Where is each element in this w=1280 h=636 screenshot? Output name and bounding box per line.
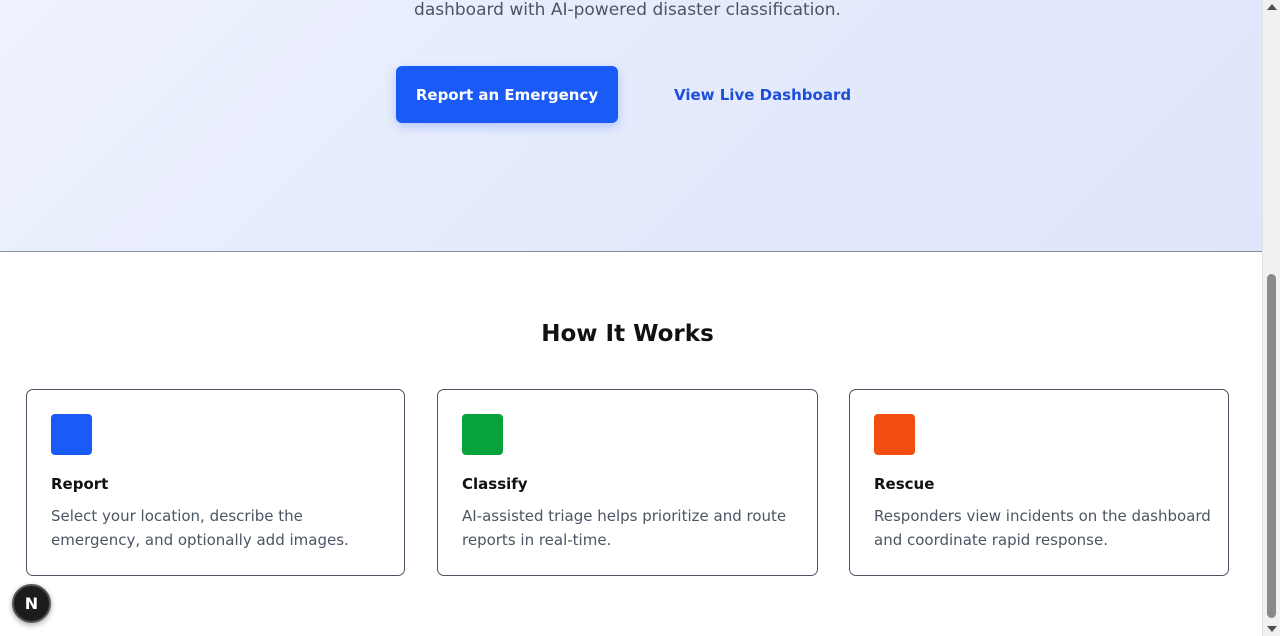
nextjs-dev-badge[interactable]: N [12,584,51,623]
scroll-up-arrow-icon[interactable] [1267,4,1277,10]
step-description: Responders view incidents on the dashboa… [874,507,1211,549]
step-title: Report [51,475,109,493]
hero-subtitle: dashboard with AI-powered disaster class… [414,0,841,20]
vertical-scrollbar[interactable] [1262,0,1280,636]
step-title: Classify [462,475,528,493]
scrollbar-thumb[interactable] [1267,274,1276,618]
how-it-works-title: How It Works [541,321,714,347]
report-emergency-button[interactable]: Report an Emergency [396,66,618,123]
view-live-dashboard-link[interactable]: View Live Dashboard [664,80,861,110]
step-card-rescue: Rescue Responders view incidents on the … [849,389,1229,576]
step-title: Rescue [874,475,935,493]
orange-square-icon [874,414,915,455]
scroll-down-arrow-icon[interactable] [1267,626,1277,632]
step-description: Select your location, describe the emerg… [51,507,349,549]
step-card-report: Report Select your location, describe th… [26,389,405,576]
step-card-classify: Classify AI-assisted triage helps priori… [437,389,818,576]
hero-section: dashboard with AI-powered disaster class… [0,0,1262,252]
green-square-icon [462,414,503,455]
step-description: AI-assisted triage helps prioritize and … [462,507,787,549]
page: dashboard with AI-powered disaster class… [0,0,1262,636]
blue-square-icon [51,414,92,455]
